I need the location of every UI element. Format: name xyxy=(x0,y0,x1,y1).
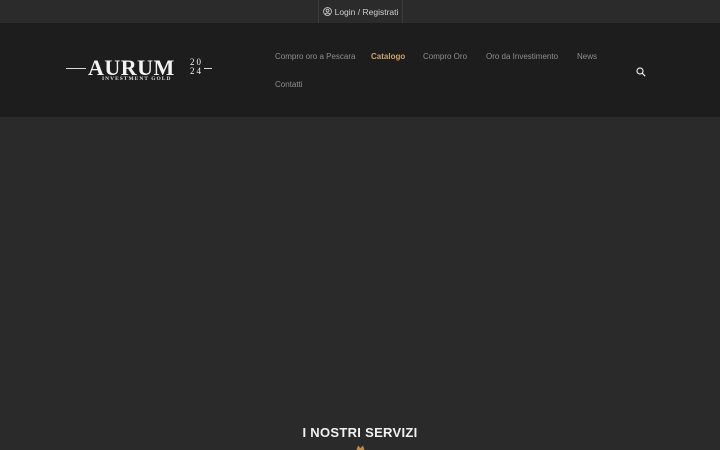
login-register-link[interactable]: Login / Registrati xyxy=(318,0,403,23)
login-register-label: Login / Registrati xyxy=(334,6,399,17)
ornament-icon xyxy=(356,445,365,450)
services-title: I NOSTRI SERVIZI xyxy=(302,425,418,440)
nav-item-catalogo[interactable]: Catalogo xyxy=(371,52,405,61)
top-bar: Login / Registrati xyxy=(0,0,720,23)
logo-year: 20 24 xyxy=(190,58,210,76)
logo-left-rule xyxy=(66,68,86,69)
logo-subtitle: INVESTMENT GOLD xyxy=(102,76,172,82)
nav-item-compro-oro[interactable]: Compro Oro xyxy=(423,52,467,61)
user-circle-icon xyxy=(322,7,332,16)
nav-item-news[interactable]: News xyxy=(577,52,597,61)
search-icon[interactable] xyxy=(636,67,646,77)
aurum-logo[interactable]: AURUM 20 24 INVESTMENT GOLD xyxy=(66,57,214,85)
nav-item-oro-investimento[interactable]: Oro da Investimento xyxy=(486,52,558,61)
site-header: AURUM 20 24 INVESTMENT GOLD Compro oro a… xyxy=(0,23,720,117)
nav-item-compro-oro-pescara[interactable]: Compro oro a Pescara xyxy=(275,52,355,61)
logo-right-rule xyxy=(204,68,212,69)
nav-item-contatti[interactable]: Contatti xyxy=(275,80,303,89)
